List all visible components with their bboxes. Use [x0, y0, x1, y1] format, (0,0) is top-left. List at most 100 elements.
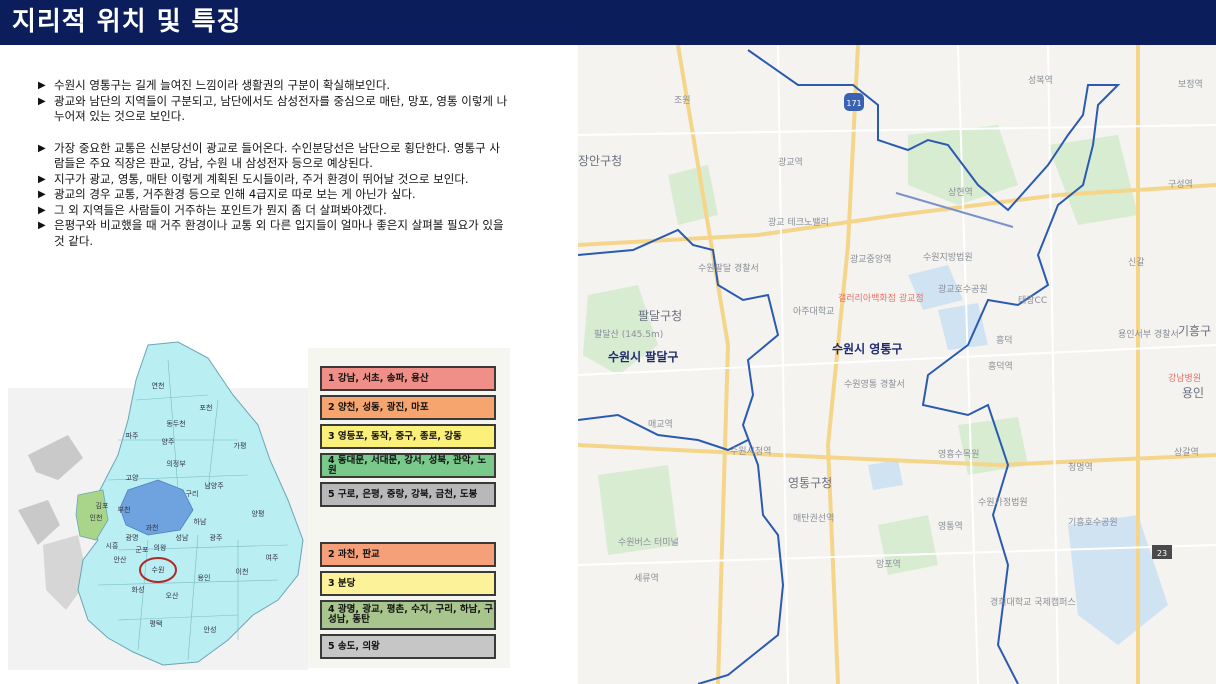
map-label-22: 군포: [136, 546, 149, 554]
map-place-family-court: 수원가정법원: [978, 497, 1028, 508]
map-label-24: 용인: [198, 573, 211, 582]
svg-text:23: 23: [1157, 549, 1167, 558]
map-label-20: 의왕: [154, 543, 167, 552]
map-place-gwanggyo-station: 광교역: [778, 156, 803, 168]
map-place-paldal-office: 팔달구청: [638, 309, 682, 323]
legend-gyeonggi-tier-4: 4 광명, 광교, 평촌, 수지, 구리, 하남, 구성남, 동탄: [320, 600, 496, 630]
map-label-9: 구리: [186, 489, 199, 498]
map-label-12: 인천: [90, 513, 103, 522]
map-label-26: 여주: [266, 553, 279, 562]
road-23-shield: 23: [1152, 545, 1172, 559]
legend-gyeonggi-tier-5: 5 송도, 의왕: [320, 634, 496, 659]
legend-seoul-tier-4: 4 동대문, 서대문, 강서, 성북, 관악, 노원: [320, 453, 496, 478]
map-label-19: 과천: [146, 523, 159, 532]
map-label-1: 포천: [200, 403, 213, 412]
map-place-yongin-police: 용인서부 경찰서: [1118, 328, 1179, 340]
map-label-5: 가평: [234, 441, 247, 450]
map-label-30: 안성: [204, 625, 217, 634]
map-place-sanghyeon: 상현역: [948, 187, 973, 198]
bullet-arrow-icon: ▶: [38, 204, 46, 216]
legend-gyeonggi-tier-2: 2 과천, 판교: [320, 542, 496, 567]
title-bar: 지리적 위치 및 특징: [0, 0, 1216, 45]
map-place-ajou: 아주대학교: [793, 306, 834, 317]
map-label-14: 양평: [252, 509, 265, 518]
map-label-23: 수원: [152, 565, 165, 574]
map-label-16: 성남: [176, 533, 189, 542]
bullet-arrow-icon: ▶: [38, 189, 46, 200]
map-label-25: 이천: [236, 567, 249, 576]
list-item: ▶ 그 외 지역들은 사람들이 거주하는 포인트가 뭔지 좀 더 살펴봐야겠다.: [38, 202, 387, 217]
map-label-21: 광주: [210, 534, 223, 542]
map-place-gwanggyo-jungang: 광교중앙역: [850, 253, 891, 265]
map-place-heungdeok: 흥덕: [996, 334, 1013, 346]
map-place-gwanggyo-lake: 광교호수공원: [938, 283, 988, 295]
map-place-paldalsan: 팔달산 (145.5m): [594, 328, 663, 340]
bullet-arrow-icon: ▶: [38, 173, 46, 185]
map-label-7: 고양: [126, 474, 139, 482]
list-item: ▶ 지구가 광교, 영통, 매탄 이렇게 계획된 도시들이라, 주거 환경이 뛰어…: [38, 171, 469, 186]
map-label-0: 연천: [152, 381, 165, 390]
map-place-heungdeok-school: 흥덕역: [988, 360, 1013, 372]
map-place-maegyo: 매교역: [648, 419, 673, 430]
list-item: ▶ 가장 중요한 교통은 신분당선이 광교로 들어온다. 수인분당선은 남단으로 …: [38, 140, 500, 171]
legend-gyeonggi-tier-3: 3 분당: [320, 571, 496, 596]
map-place-mangpo: 망포역: [876, 559, 901, 570]
map-place-maetan: 매탄권선역: [793, 512, 834, 524]
map-label-28: 오산: [166, 591, 179, 600]
map-place-kwanggyo-techno: 광교 테크노밸리: [768, 216, 829, 228]
map-place-sinmanpo: 세류역: [634, 573, 659, 584]
map-place-sangal: 상갈역: [1174, 447, 1199, 458]
bullet-arrow-icon: ▶: [38, 95, 46, 107]
map-place-paldal-police: 수원팔달 경찰서: [698, 262, 759, 274]
list-item: ▶ 광교와 남단의 지역들이 구분되고, 남단에서도 삼성전자를 중심으로 매탄,…: [38, 93, 508, 124]
map-label-2: 파주: [126, 431, 139, 440]
map-place-bojeong: 보정역: [1178, 79, 1203, 90]
list-item: ▶ 수원시 영통구는 길게 늘여진 느낌이라 생활권의 구분이 확실해보인다.: [38, 78, 391, 92]
map-place-yeongheung: 영흥수목원: [938, 448, 979, 460]
map-place-yongin: 용인: [1182, 386, 1204, 400]
legend-seoul-tier-3: 3 영등포, 동작, 중구, 종로, 강동: [320, 424, 496, 449]
map-place-gihung: 기흥구: [1178, 324, 1211, 338]
legend-seoul-tier-2: 2 양천, 성동, 광진, 마포: [320, 395, 496, 420]
tier-legend: 1 강남, 서초, 송파, 용산 2 양천, 성동, 광진, 마포 3 영등포,…: [308, 348, 510, 668]
notes-list: ▶ 수원시 영통구는 길게 늘여진 느낌이라 생활권의 구분이 확실해보인다. ▶…: [38, 78, 508, 249]
list-item: ▶ 광교의 경우 교통, 거주환경 등으로 인해 4급지로 따로 보는 게 아닌가…: [38, 187, 416, 201]
map-place-singal: 신갈: [1128, 257, 1145, 268]
road-171-shield: 171: [844, 93, 864, 111]
district-label-yeongtong: 수원시 영통구: [832, 341, 902, 356]
map-label-6: 의정부: [166, 459, 186, 468]
map-place-kyunghee: 경희대학교 국제캠퍼스: [990, 596, 1076, 608]
map-label-29: 평택: [150, 619, 163, 628]
map-label-3: 동두천: [166, 419, 185, 428]
page-title: 지리적 위치 및 특징: [12, 7, 242, 37]
map-place-yeongtong-office: 영통구청: [788, 476, 832, 490]
map-place-jowon: 조원: [674, 95, 691, 106]
map-place-suwon-city-hall: 수원시청역: [730, 446, 771, 457]
map-place-yeongtong-station: 영통역: [938, 521, 963, 532]
map-place-yeongtong-police: 수원영통 경찰서: [844, 378, 905, 390]
bullet-arrow-icon: ▶: [38, 220, 46, 231]
list-item: ▶ 은평구와 비교했을 때 거주 환경이나 교통 외 다른 입지들이 얼마나 좋은…: [38, 218, 504, 248]
map-label-13: 하남: [194, 517, 207, 526]
map-label-4: 양주: [162, 438, 175, 446]
map-label-17: 시흥: [106, 541, 119, 550]
map-place-seongbuk: 성복역: [1028, 75, 1053, 86]
suwon-map: 171 23 장안구청팔달구청영통구청 광교역상현역광교중앙역광교호수공원아주대학…: [578, 45, 1216, 684]
map-place-taegueong: 태광CC: [1018, 294, 1047, 306]
bullet-arrow-icon: ▶: [38, 80, 46, 91]
map-label-10: 김포: [96, 502, 109, 510]
gyeonggi-map: 연천포천파주 동두천양주 가평의정부고양남양주구리김포 부천인천 하남 양평광명 성남시흥안…: [8, 341, 308, 670]
map-place-guseong: 구성역: [1168, 179, 1193, 190]
map-place-gihung-lake: 기흥호수공원: [1068, 516, 1118, 528]
map-place-cheongmyeong: 청명역: [1068, 462, 1093, 473]
map-place-gangnam-hospital: 강남병원: [1168, 373, 1201, 384]
map-place-suwon-bus: 수원버스 터미널: [618, 537, 679, 548]
map-label-8: 남양주: [204, 481, 224, 490]
map-place-jangan: 장안구청: [578, 154, 622, 168]
bullet-arrow-icon: ▶: [38, 142, 46, 154]
map-label-18: 안산: [114, 555, 127, 564]
svg-text:171: 171: [846, 99, 861, 108]
map-place-court: 수원지방법원: [923, 252, 973, 263]
legend-seoul-tier-5: 5 구로, 은평, 중랑, 강북, 금천, 도봉: [320, 482, 496, 507]
map-label-27: 화성: [132, 585, 145, 594]
